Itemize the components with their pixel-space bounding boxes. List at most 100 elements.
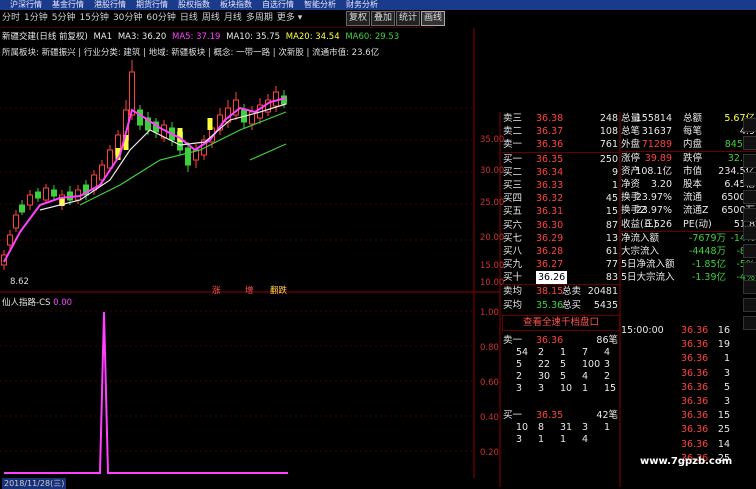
queue-order: 3 — [538, 383, 545, 394]
order-book-row: 买二 36.34 9 — [502, 166, 620, 179]
indicator-tick-label: 0.40 — [480, 413, 499, 423]
candle-body — [7, 234, 13, 246]
level-price: 36.36 — [536, 139, 564, 151]
candle-body — [273, 91, 279, 107]
queue-order: 3 — [582, 422, 589, 434]
stat-row: 外盘 71289 内盘 84524 — [621, 138, 756, 152]
flow-row: 5日大宗流入 -1.39亿 -4% — [621, 271, 756, 284]
side-arrow-icon[interactable] — [743, 208, 756, 222]
level-volume: 87 — [605, 219, 618, 231]
queue-order: 54 — [516, 347, 529, 358]
candle-body — [13, 214, 19, 229]
side-arrow-icon[interactable] — [743, 136, 756, 150]
tick-price: 36.36 — [681, 438, 709, 450]
level-label: 买八 — [503, 245, 523, 257]
flow-row: 净流入额-7679万-14% — [621, 232, 756, 245]
level-volume: 250 — [599, 153, 618, 165]
queue-order: 30 — [538, 371, 551, 382]
stat-row: 总笔31637每笔4.9 — [621, 125, 756, 138]
level-label: 买十 — [503, 272, 523, 284]
candle-body — [137, 109, 143, 126]
flow-label: 净流入额 — [621, 232, 660, 244]
stat-row: 净资 3.20 股本 6.45亿 — [621, 178, 756, 191]
tick-volume: 16 — [717, 325, 730, 336]
side-arrow-icon[interactable] — [743, 298, 756, 312]
total-volume: 5435 — [593, 299, 618, 311]
side-arrow-icon[interactable] — [743, 190, 756, 204]
stat-row: 收益(三) 0.526 PE(动) 51.8 — [621, 218, 756, 231]
stat-label-2: 市值 — [683, 165, 703, 177]
avg-label: 卖均 — [503, 286, 523, 298]
queue-count: 42笔 — [596, 410, 618, 421]
stock-info-line: 所属板块: 新疆振兴 | 行业分类: 建筑 | 地域: 新疆板块 | 概念: 一… — [2, 48, 380, 58]
stat-value: 23.97% — [635, 192, 672, 204]
side-arrow-icon[interactable] — [743, 118, 756, 132]
queue-row — [502, 446, 620, 458]
stat-row: 涨停 39.89 跌停 32.63 — [621, 152, 756, 165]
avg-row: 卖均 38.15 总卖 20481 — [502, 285, 620, 298]
side-arrow-icon[interactable] — [743, 226, 756, 240]
tick-price: 36.36 — [681, 353, 709, 365]
ma60-line — [249, 143, 287, 161]
signal-up: 涨 — [212, 286, 221, 296]
tick-row: 36.36 15 — [621, 409, 756, 423]
level-volume: 761 — [599, 139, 618, 151]
queue-label: 买一 — [503, 410, 523, 421]
price-tick-label: 20.00 — [480, 233, 504, 243]
side-arrow-icon[interactable] — [743, 154, 756, 168]
stat-label: 净资 — [621, 178, 641, 190]
level-price: 36.33 — [536, 179, 564, 191]
stat-row: 资产 108.1亿 市值 234.5亿 — [621, 165, 756, 178]
level-volume: 45 — [605, 193, 618, 205]
stat-value: 155814 — [635, 113, 672, 124]
order-book-row: 买八 36.28 61 — [502, 245, 620, 258]
stat-value: 31637 — [641, 126, 672, 138]
ma3-label: MA3: 36.20 — [117, 32, 167, 42]
queue-order: 4 — [604, 347, 611, 358]
stat-label-2: 跌停 — [683, 152, 703, 164]
order-book-row: 买三 36.33 1 — [502, 179, 620, 192]
queue-order: 8 — [538, 422, 545, 434]
tick-row: 36.36 3 — [621, 367, 756, 381]
order-book-row: 买五 36.31 15 — [502, 205, 620, 218]
queue-price: 36.35 — [536, 410, 564, 421]
queue-order: 2 — [516, 371, 523, 382]
level-price: 36.28 — [536, 245, 564, 257]
queue-order: 5 — [516, 359, 523, 370]
signal-increase: 增 — [245, 286, 254, 296]
side-arrow-icon[interactable] — [743, 172, 756, 186]
level-volume: 108 — [599, 126, 618, 138]
ma10-label: MA10: 35.75 — [226, 32, 281, 42]
queue-order: 10 — [560, 383, 573, 394]
side-arrow-icon[interactable] — [743, 316, 756, 330]
side-arrow-icon[interactable] — [743, 280, 756, 294]
total-label: 总买 — [562, 299, 582, 311]
indicator-tick-label: 0.20 — [480, 448, 499, 458]
level-price: 36.34 — [536, 166, 564, 178]
side-arrow-icon[interactable] — [743, 244, 756, 258]
level-price: 36.29 — [536, 232, 564, 244]
queue-row: 5 22 5 100 3 — [502, 359, 620, 371]
queue-order: 4 — [582, 434, 589, 446]
indicator-tick-label: 0.80 — [480, 343, 499, 353]
stat-value: 108.1亿 — [635, 165, 672, 177]
total-label: 总卖 — [562, 286, 582, 298]
level-volume: 1 — [611, 179, 618, 191]
ma1-label: MA1 — [93, 32, 113, 42]
level-volume: 9 — [611, 166, 618, 178]
order-book-row: 买七 36.29 13 — [502, 232, 620, 245]
ma-legend: 新疆交建(日线 前复权) MA1 MA3: 36.20 MA5: 37.19 M… — [2, 30, 402, 42]
candle-body — [35, 191, 41, 199]
side-arrow-icon[interactable] — [743, 262, 756, 276]
level-price: 36.27 — [536, 259, 564, 271]
indicator-tick-label: 1.00 — [480, 308, 499, 318]
stat-label-2: 流通 — [683, 192, 703, 204]
tick-row: 36.36 19 — [621, 338, 756, 352]
queue-order: 4 — [582, 371, 589, 382]
price-tick-label: 15.00 — [480, 261, 504, 271]
date-cursor-label: 2018/11/28(三) — [2, 478, 67, 489]
tick-price: 36.36 — [681, 381, 709, 393]
stat-row: 换手Z 23.97% 流通Z 6500万 — [621, 204, 756, 217]
thousand-level-link[interactable]: 查看全速千档盘口 — [502, 314, 620, 331]
queue-order: 31 — [560, 422, 573, 434]
